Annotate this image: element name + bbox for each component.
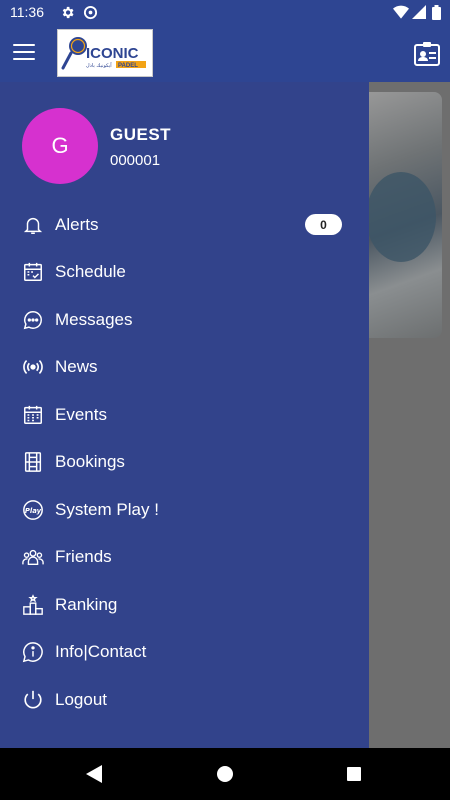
battery-icon bbox=[432, 5, 441, 20]
signal-icon bbox=[412, 5, 426, 19]
menu-item-schedule[interactable]: Schedule bbox=[0, 249, 369, 297]
user-name: GUEST bbox=[110, 125, 172, 144]
alerts-count-badge: 0 bbox=[305, 214, 342, 236]
menu-item-label: Bookings bbox=[55, 452, 125, 472]
svg-text:Play: Play bbox=[25, 507, 42, 515]
back-icon[interactable] bbox=[86, 765, 102, 783]
member-card-icon[interactable] bbox=[414, 42, 440, 66]
menu-item-info-contact[interactable]: Info|Contact bbox=[0, 629, 369, 677]
system-navigation-bar bbox=[0, 748, 450, 800]
menu-item-alerts[interactable]: Alerts 0 bbox=[0, 201, 369, 249]
menu-item-label: News bbox=[55, 357, 98, 377]
logo-text: ICONIC bbox=[86, 45, 139, 62]
hamburger-menu-icon[interactable] bbox=[13, 44, 35, 62]
menu-item-label: Ranking bbox=[55, 594, 118, 614]
podium-icon bbox=[22, 594, 44, 616]
menu-item-label: Friends bbox=[55, 547, 112, 567]
menu-item-label: Messages bbox=[55, 309, 133, 329]
menu-item-messages[interactable]: Messages bbox=[0, 296, 369, 344]
menu-item-bookings[interactable]: Bookings bbox=[0, 439, 369, 487]
avatar[interactable]: G bbox=[22, 108, 98, 184]
menu-item-news[interactable]: News bbox=[0, 344, 369, 392]
menu-item-friends[interactable]: Friends bbox=[0, 534, 369, 582]
navigation-drawer: G GUEST 000001 Alerts 0 Schedule Message… bbox=[0, 82, 369, 748]
menu-item-label: Logout bbox=[55, 689, 107, 709]
menu-item-label: Events bbox=[55, 404, 107, 424]
data-saver-icon bbox=[83, 5, 98, 20]
status-time: 11:36 bbox=[10, 4, 44, 20]
court-icon bbox=[22, 451, 44, 473]
app-bar: ICONIC PADEL آيكونيك بادل bbox=[0, 26, 450, 82]
menu-item-label: Info|Contact bbox=[55, 642, 147, 662]
menu-item-label: Schedule bbox=[55, 262, 126, 282]
broadcast-icon bbox=[22, 356, 44, 378]
calendar-check-icon bbox=[22, 261, 44, 283]
menu-item-label: Alerts bbox=[55, 214, 99, 234]
menu-item-system-play[interactable]: Play System Play ! bbox=[0, 486, 369, 534]
logo-arabic: آيكونيك بادل bbox=[86, 62, 112, 69]
power-icon bbox=[22, 689, 44, 711]
settings-gear-icon bbox=[60, 5, 75, 20]
menu-item-events[interactable]: Events bbox=[0, 391, 369, 439]
recents-icon[interactable] bbox=[347, 767, 361, 781]
home-icon[interactable] bbox=[217, 766, 233, 782]
status-bar: 11:36 bbox=[0, 0, 450, 26]
play-badge-icon: Play bbox=[22, 499, 44, 521]
info-icon bbox=[22, 641, 44, 663]
app-logo: ICONIC PADEL آيكونيك بادل bbox=[57, 29, 153, 77]
calendar-grid-icon bbox=[22, 404, 44, 426]
menu-item-ranking[interactable]: Ranking bbox=[0, 581, 369, 629]
menu-item-label: System Play ! bbox=[55, 499, 159, 519]
chat-bubble-icon bbox=[22, 309, 44, 331]
menu-item-logout[interactable]: Logout bbox=[0, 676, 369, 724]
logo-subtext: PADEL bbox=[118, 63, 138, 69]
bell-icon bbox=[22, 214, 44, 236]
drawer-menu: Alerts 0 Schedule Messages News Events B… bbox=[0, 201, 369, 724]
wifi-icon bbox=[393, 5, 409, 19]
user-id: 000001 bbox=[110, 152, 161, 169]
friends-icon bbox=[22, 546, 44, 568]
